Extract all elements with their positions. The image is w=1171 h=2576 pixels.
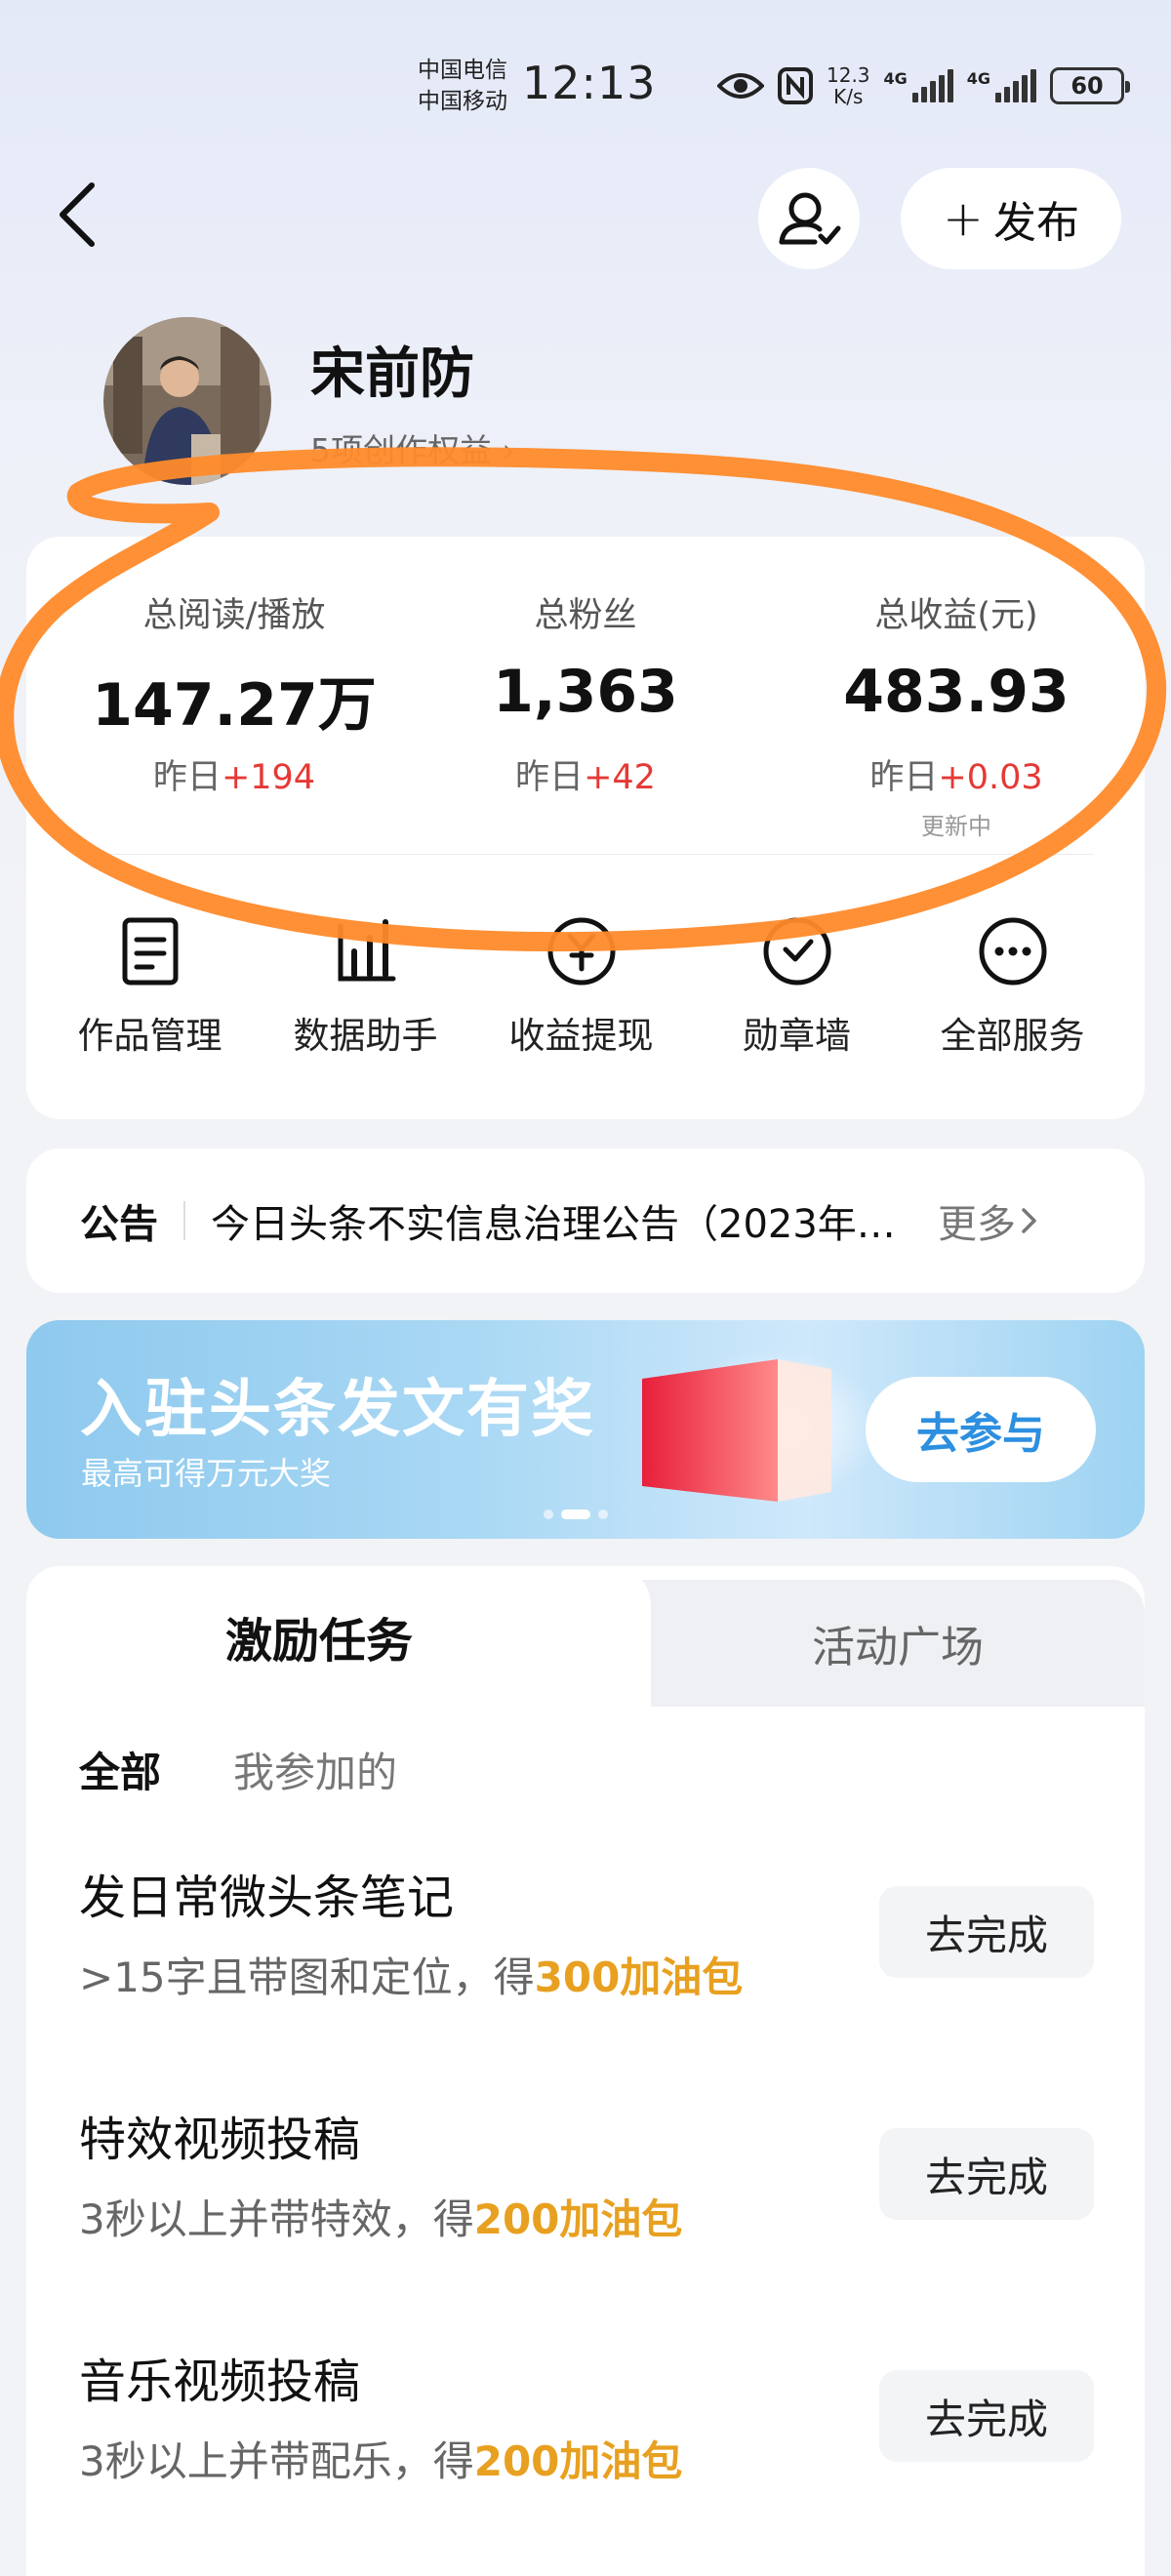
chevron-right-icon	[1022, 1208, 1036, 1233]
banner-illustration	[642, 1349, 880, 1506]
stat-delta: 昨日+0.03	[869, 758, 1043, 797]
service-label: 作品管理	[77, 1015, 222, 1057]
stat-delta: 昨日+42	[515, 758, 656, 797]
service-label: 全部服务	[940, 1015, 1085, 1057]
task-reward: 300加油包	[534, 1953, 744, 2001]
service-label: 数据助手	[293, 1015, 438, 1057]
publish-button[interactable]: + 发布	[901, 168, 1121, 269]
divider	[183, 1201, 185, 1240]
signal-icon: 4G	[884, 69, 953, 102]
follow-button[interactable]	[758, 168, 860, 269]
services-row: 作品管理 数据助手 收益提现 勋章墙 全部服务	[26, 912, 1145, 1059]
user-follow-icon	[779, 192, 841, 245]
plus-icon: +	[943, 190, 984, 247]
stat-total-income[interactable]: 总收益(元) 483.93 昨日+0.03 更新中	[771, 587, 1142, 841]
creator-rights-link[interactable]: 5项创作权益 ›	[310, 424, 515, 471]
tasks-card: 激励任务 活动广场 全部 我参加的 发日常微头条笔记 >15字且带图和定位，得3…	[26, 1566, 1145, 2576]
announcement-label: 公告	[80, 1202, 158, 1247]
eye-icon	[717, 73, 764, 99]
carrier-info: 中国电信 中国移动	[418, 55, 507, 117]
stat-label: 总粉丝	[534, 596, 637, 635]
divider	[78, 854, 1093, 855]
service-works-management[interactable]: 作品管理	[42, 912, 258, 1059]
avatar-photo	[103, 317, 271, 485]
service-label: 勋章墙	[743, 1015, 851, 1057]
task-reward: 200加油包	[473, 2195, 683, 2243]
promo-banner[interactable]: 入驻头条发文有奖 最高可得万元大奖 去参与	[26, 1320, 1145, 1539]
medal-icon	[763, 917, 830, 986]
publish-label: 发布	[992, 198, 1079, 248]
tab-activity-plaza[interactable]: 活动广场	[651, 1580, 1145, 1707]
back-button[interactable]	[49, 176, 107, 254]
stat-value: 147.27万	[92, 671, 377, 740]
bar-chart-icon	[338, 919, 395, 982]
stat-value: 483.93	[843, 658, 1070, 726]
tab-incentive-tasks[interactable]: 激励任务	[26, 1566, 612, 1707]
announcement-text[interactable]: 今日头条不实信息治理公告（2023年第二期）	[211, 1192, 909, 1249]
username: 宋前防	[310, 342, 474, 406]
service-data-assistant[interactable]: 数据助手	[258, 912, 473, 1059]
announcement-bar[interactable]: 公告 今日头条不实信息治理公告（2023年第二期） 更多	[26, 1148, 1145, 1293]
task-complete-button[interactable]: 去完成	[879, 2128, 1094, 2220]
carrier-1: 中国电信	[418, 58, 507, 83]
stats-card: 总阅读/播放 147.27万 昨日+194 总粉丝 1,363 昨日+42 总收…	[26, 537, 1145, 1119]
service-label: 收益提现	[508, 1015, 654, 1057]
stat-label: 总阅读/播放	[142, 596, 326, 635]
service-income-withdraw[interactable]: 收益提现	[473, 912, 689, 1059]
yen-icon	[547, 917, 615, 986]
more-icon	[979, 917, 1046, 986]
task-item: 音乐视频投稿 3秒以上并带配乐，得200加油包 去完成	[79, 2343, 1094, 2499]
signal-icon-2: 4G	[967, 69, 1037, 102]
service-medal-wall[interactable]: 勋章墙	[689, 912, 905, 1059]
net-speed: 12.3 K/s	[827, 63, 870, 108]
nfc-icon	[778, 67, 813, 104]
avatar[interactable]	[103, 317, 271, 485]
carrier-2: 中国移动	[418, 89, 507, 114]
stat-label: 总收益(元)	[874, 596, 1038, 635]
banner-title: 入驻头条发文有奖	[80, 1374, 595, 1446]
stat-value: 1,363	[493, 658, 678, 726]
document-icon	[122, 917, 178, 986]
status-icons: 12.3 K/s 4G 4G 60	[717, 59, 1131, 113]
chevron-left-icon	[60, 182, 95, 247]
task-item: 发日常微头条笔记 >15字且带图和定位，得300加油包 去完成	[79, 1859, 1094, 2015]
task-complete-button[interactable]: 去完成	[879, 1886, 1094, 1978]
filter-joined[interactable]: 我参加的	[233, 1740, 397, 1799]
task-complete-button[interactable]: 去完成	[879, 2370, 1094, 2462]
join-button[interactable]: 去参与	[866, 1377, 1096, 1482]
stat-delta: 昨日+194	[152, 758, 316, 797]
task-item: 特效视频投稿 3秒以上并带特效，得200加油包 去完成	[79, 2101, 1094, 2257]
filter-all[interactable]: 全部	[79, 1740, 161, 1799]
stat-total-fans[interactable]: 总粉丝 1,363 昨日+42	[400, 587, 771, 799]
status-bar: 中国电信 中国移动 12:13 12.3 K/s 4G 4G 60	[0, 0, 1171, 166]
status-time: 12:13	[522, 57, 657, 109]
announcement-more-link[interactable]: 更多	[938, 1192, 1039, 1249]
stat-updating-note: 更新中	[921, 813, 991, 840]
battery-icon: 60	[1050, 67, 1131, 104]
banner-subtitle: 最高可得万元大奖	[81, 1455, 332, 1492]
carousel-indicator	[544, 1509, 608, 1519]
service-all-services[interactable]: 全部服务	[905, 912, 1120, 1059]
task-reward: 200加油包	[473, 2437, 683, 2485]
stat-total-reads[interactable]: 总阅读/播放 147.27万 昨日+194	[49, 587, 420, 799]
